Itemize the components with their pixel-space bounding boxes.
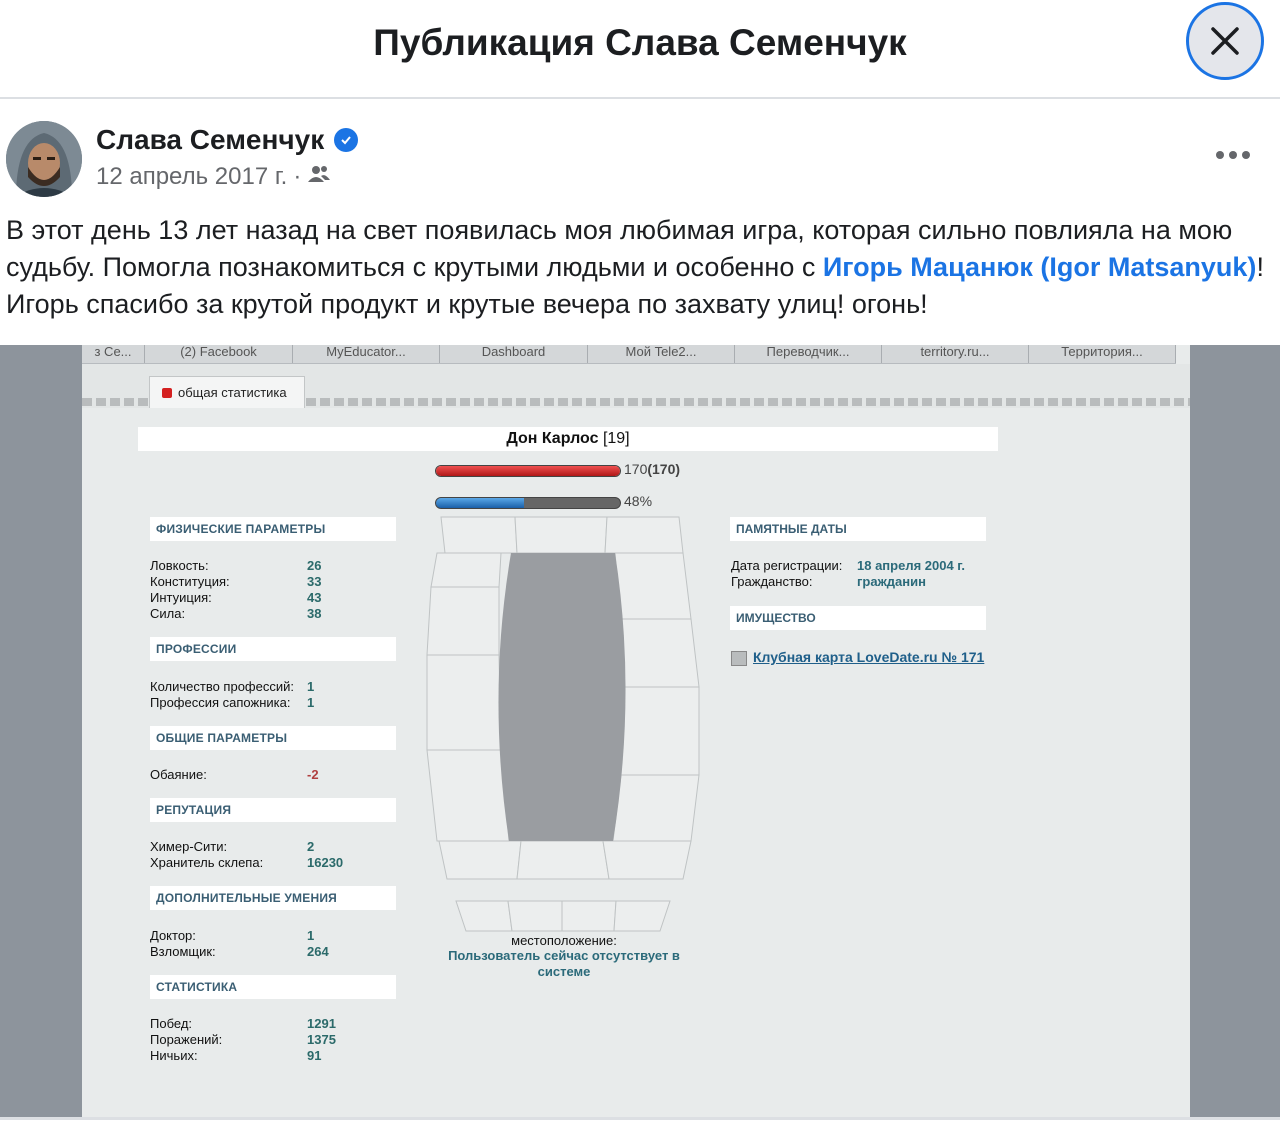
red-square-icon [162,387,172,398]
post-date[interactable]: 12 апрель 2017 г. [96,163,287,191]
bookmark-item: MyEducator... [293,345,440,363]
property-item-link: Клубная карта LoveDate.ru № 171 [753,649,985,665]
energy-bar-fill [436,498,525,508]
post-text: В этот день 13 лет назад на свет появила… [6,212,1274,323]
section-stats-title: СТАТИСТИКА [150,975,396,999]
equipment-slot [612,774,700,842]
health-bar [435,465,621,477]
mention-link[interactable]: Игорь Мацанюк (Igor Matsanyuk) [823,252,1257,282]
author-name[interactable]: Слава Семенчук [96,124,324,156]
section-dates-title: ПАМЯТНЫЕ ДАТЫ [730,517,986,541]
health-bar-fill [436,466,620,476]
bookmark-item: (2) Facebook [145,345,293,363]
section-skills-title: ДОПОЛНИТЕЛЬНЫЕ УМЕНИЯ [150,886,396,910]
equipment-slot [602,840,692,880]
more-dot-icon [1242,151,1250,159]
equipment-slot [604,516,684,554]
character-level: [19] [602,430,630,447]
post-options-button[interactable] [1210,140,1256,170]
equipment-slot [614,552,692,620]
health-value: 170(170) [624,461,681,477]
browser-bookmarks-bar: з Се... (2) Facebook MyEducator... Dashb… [82,345,1176,364]
character-silhouette-area [498,553,626,841]
author-avatar[interactable] [6,121,82,197]
character-name: Дон Карлос [506,430,599,447]
close-icon [1211,27,1239,55]
equipment-slot [438,840,522,880]
more-dot-icon [1229,151,1237,159]
belt-slots [455,900,671,932]
section-physical-title: ФИЗИЧЕСКИЕ ПАРАМЕТРЫ [150,517,396,541]
bookmark-item: з Се... [82,345,145,363]
more-dot-icon [1216,151,1224,159]
section-professions-title: ПРОФЕССИИ [150,637,396,661]
property-item: Клубная карта LoveDate.ru № 171 [731,646,991,669]
bookmark-item: Территория... [1029,345,1176,363]
section-property-title: ИМУЩЕСТВО [730,606,986,630]
card-item-icon [731,650,747,666]
tab-general-stats: общая статистика [149,376,305,408]
equipment-slot [516,840,610,880]
bookmark-item: Мой Tele2... [588,345,735,363]
equipment-slot [426,749,510,842]
close-button[interactable] [1186,2,1264,80]
bookmark-item: Переводчик... [735,345,882,363]
energy-value: 48% [624,493,653,509]
bottom-divider [0,1117,1280,1120]
post-image[interactable]: з Се... (2) Facebook MyEducator... Dashb… [0,345,1280,1117]
equipment-slot [440,516,518,554]
audience-friends-icon[interactable] [307,163,331,191]
equipment-slot [620,618,700,688]
location-label: местоположение: [511,933,617,948]
bookmark-item: territory.ru... [882,345,1029,363]
meta-separator: · [293,163,302,190]
equipment-slot [430,552,502,588]
bookmark-item: Dashboard [440,345,588,363]
verified-badge-icon [334,128,359,152]
equipment-slot [426,654,502,751]
character-name-bar: Дон Карлос [19] [138,427,998,451]
author-name-row: Слава Семенчук [96,124,359,156]
dialog-title: Публикация Слава Семенчук [373,22,907,63]
post-meta: 12 апрель 2017 г. · [96,163,331,191]
energy-bar [435,497,621,509]
section-reputation-title: РЕПУТАЦИЯ [150,798,396,822]
tab-label: общая статистика [178,385,287,400]
equipment-slot [426,586,500,656]
equipment-slot [620,686,700,776]
equipment-slot [514,516,608,554]
equipment-slots [426,516,700,880]
location-value: Пользователь сейчас отсутствует в систем… [448,948,680,979]
game-profile-page: з Се... (2) Facebook MyEducator... Dashb… [82,345,1190,1117]
post-dialog-header: Публикация Слава Семенчук [0,0,1280,99]
section-general-title: ОБЩИЕ ПАРАМЕТРЫ [150,726,396,750]
